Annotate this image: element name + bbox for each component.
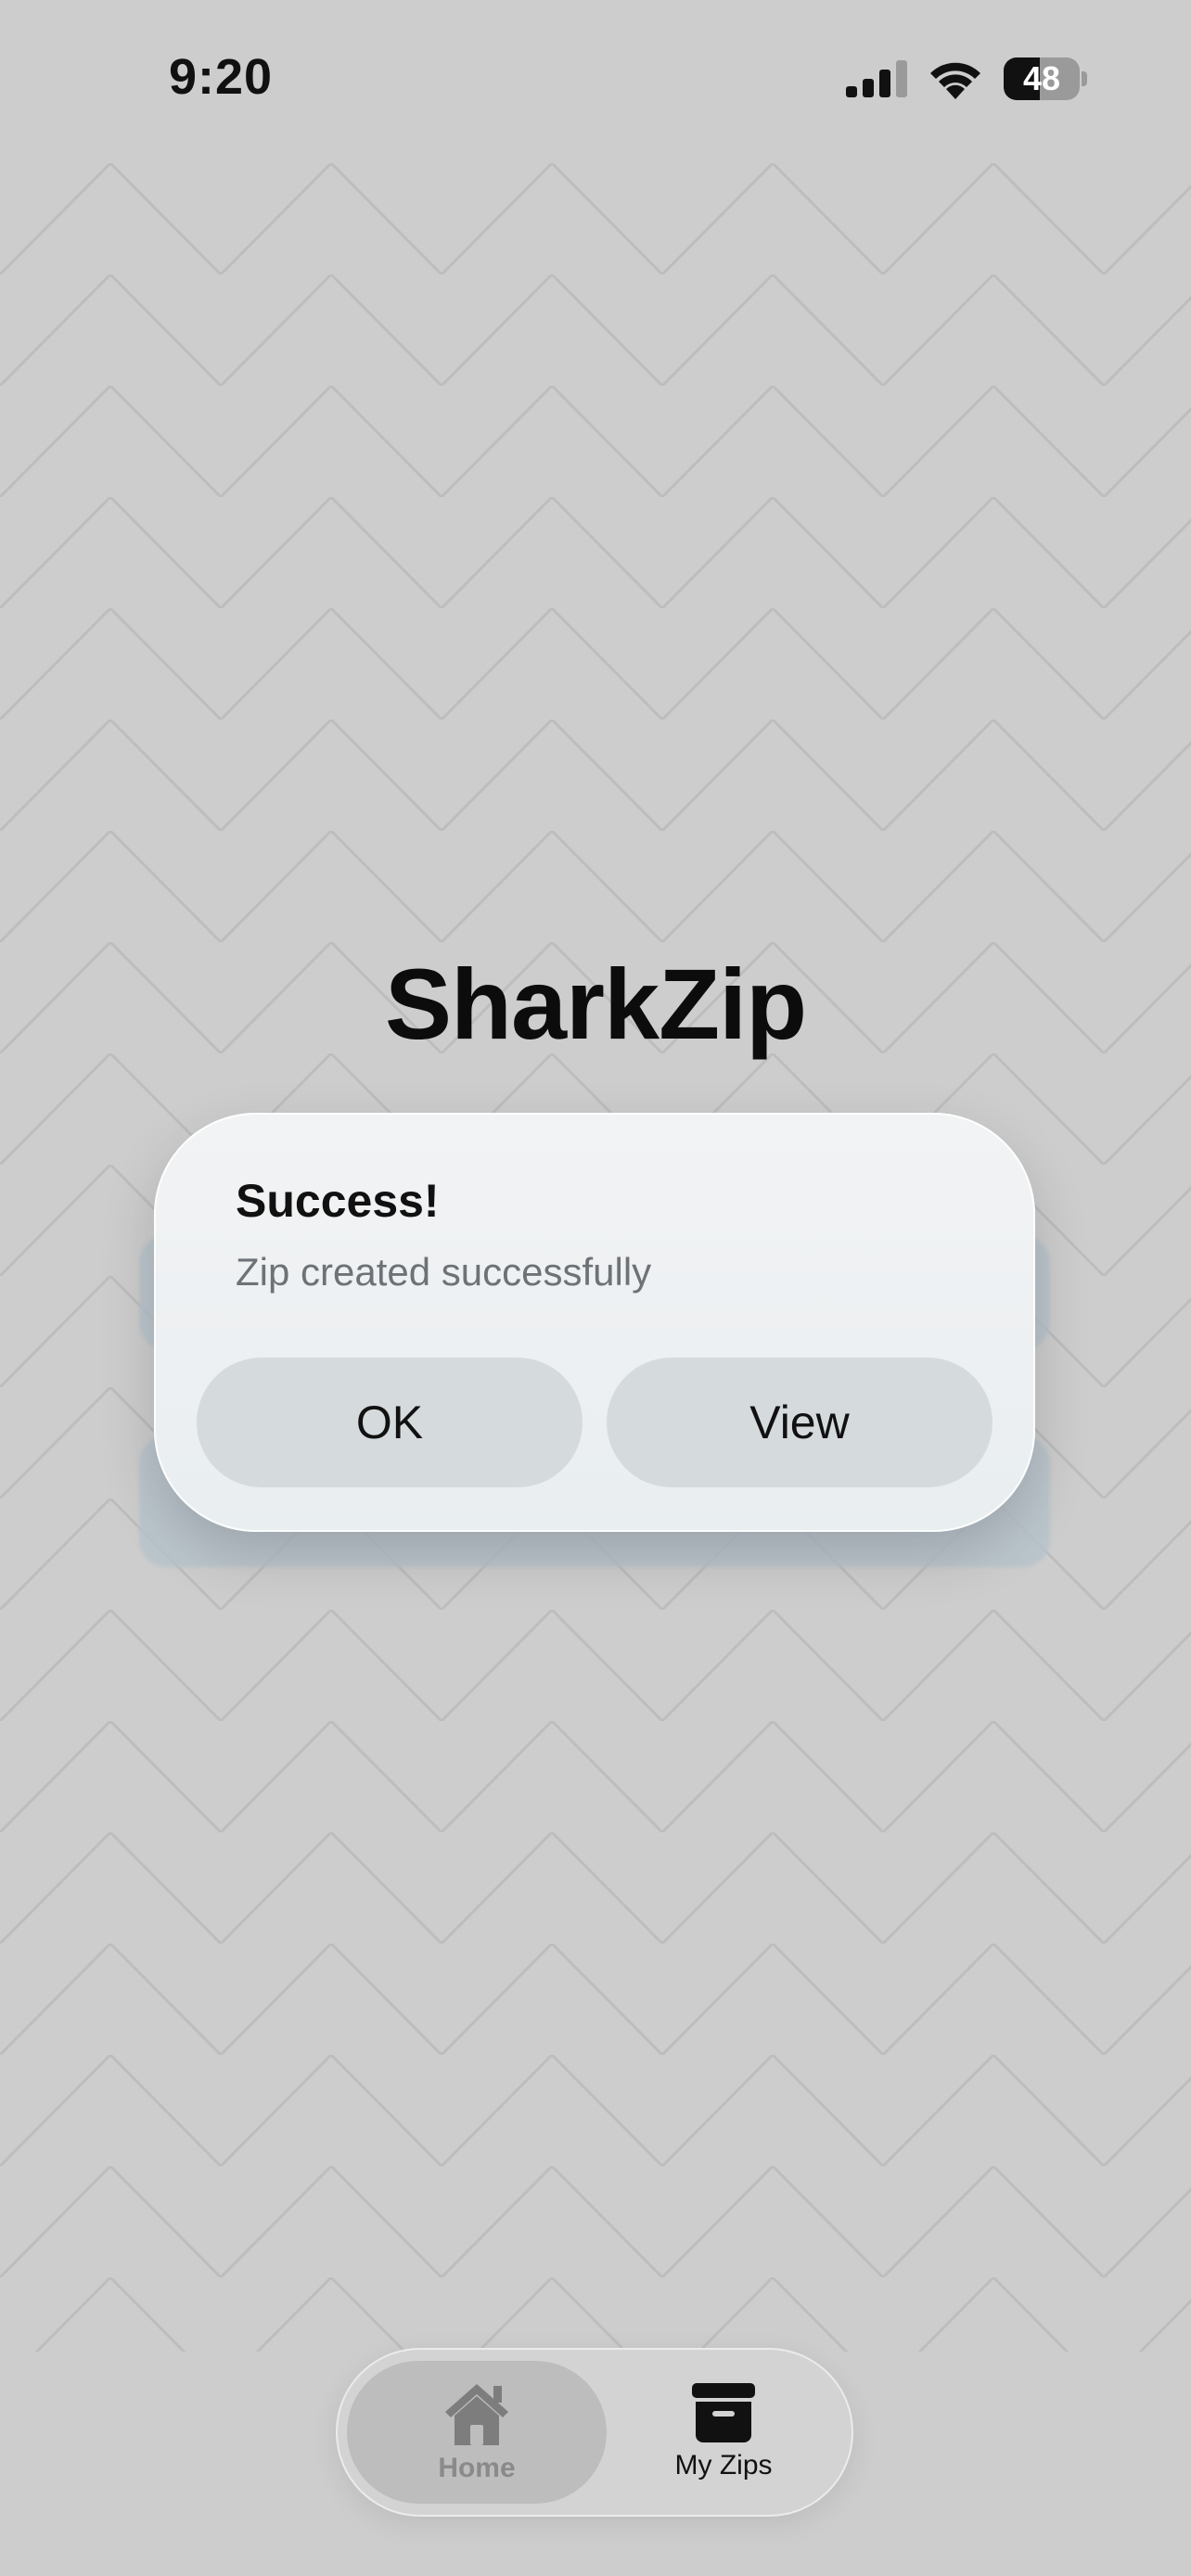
battery-level: 48: [1022, 59, 1061, 97]
tab-bar: Home My Zips: [336, 2348, 853, 2517]
battery-icon: 48: [1004, 57, 1080, 100]
tab-home-label: Home: [438, 2453, 516, 2483]
house-icon: [445, 2384, 508, 2445]
status-icons: 48: [846, 57, 1087, 100]
view-button[interactable]: View: [607, 1358, 992, 1487]
tab-my-zips[interactable]: My Zips: [605, 2361, 842, 2504]
wifi-icon: [930, 62, 980, 99]
alert-title: Success!: [236, 1175, 440, 1227]
archive-box-icon: [692, 2383, 755, 2442]
alert-message: Zip created successfully: [236, 1250, 652, 1294]
status-time: 9:20: [169, 49, 274, 105]
tab-home[interactable]: Home: [347, 2361, 607, 2504]
success-alert-dialog: Success! Zip created successfully OK Vie…: [154, 1113, 1035, 1532]
tab-my-zips-label: My Zips: [674, 2450, 773, 2480]
app-title: SharkZip: [384, 948, 807, 1060]
battery-nub: [1082, 71, 1087, 86]
cellular-signal-icon: [846, 60, 907, 97]
ok-button[interactable]: OK: [197, 1358, 583, 1487]
